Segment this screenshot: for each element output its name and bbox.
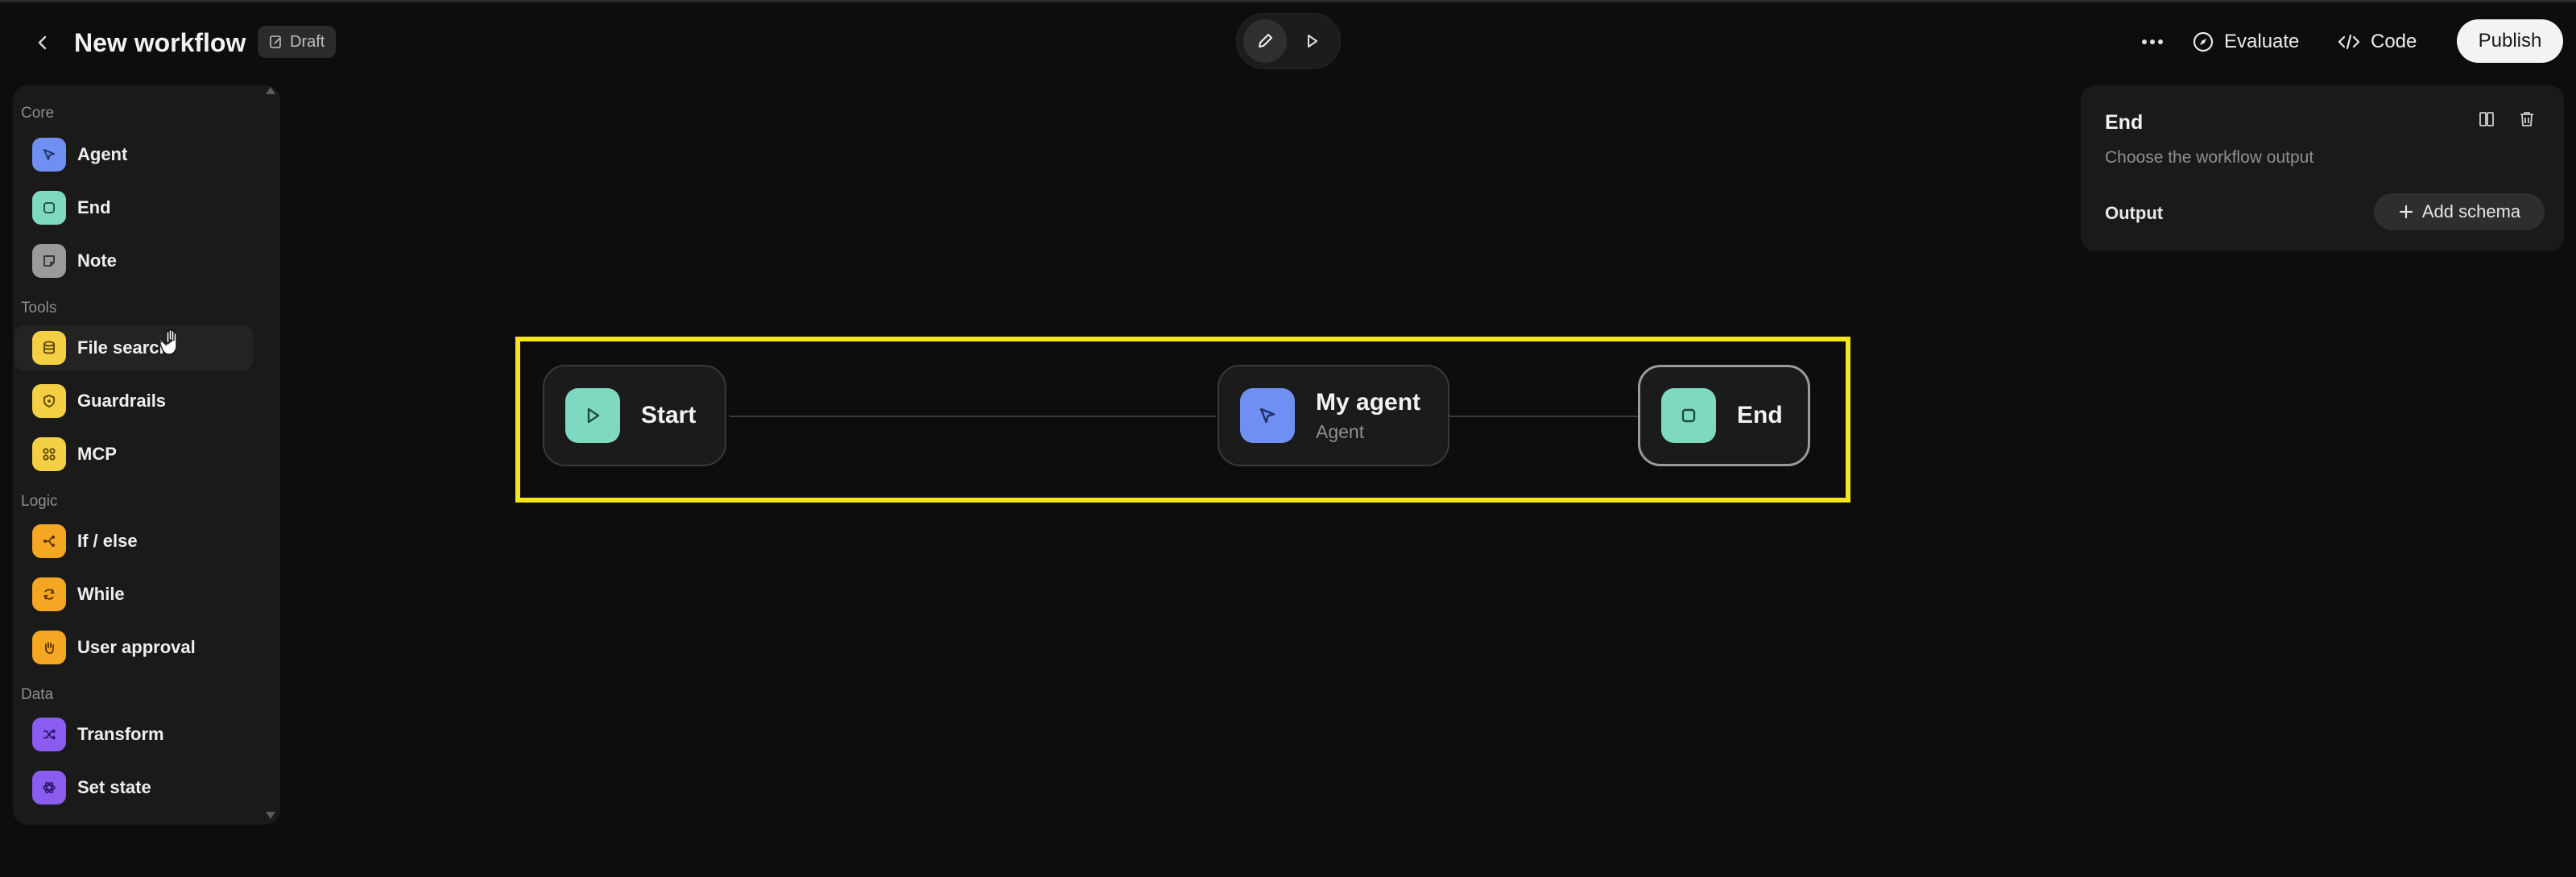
- evaluate-label: Evaluate: [2224, 31, 2300, 52]
- code-icon: [2338, 34, 2360, 50]
- palette-item-mcp[interactable]: MCP: [14, 432, 253, 477]
- draft-badge: Draft: [258, 26, 337, 58]
- node-text: Start: [641, 402, 696, 429]
- edge-agent-to-end: [1449, 416, 1638, 417]
- palette-item-label: Guardrails: [77, 391, 167, 411]
- compass-icon: [2193, 31, 2214, 52]
- workflow-editor: New workflow Draft Evaluate Code Publish…: [0, 0, 2576, 877]
- chevron-left-icon: [38, 35, 47, 50]
- plus-icon: [2399, 205, 2413, 219]
- note-icon: [32, 244, 66, 278]
- shield-icon: [32, 384, 66, 418]
- palette-item-set-state[interactable]: Set state: [14, 765, 253, 810]
- node-subtitle: Agent: [1316, 420, 1365, 442]
- hand-icon: [32, 631, 66, 664]
- edit-mode-button[interactable]: [1243, 19, 1287, 63]
- preview-mode-button[interactable]: [1290, 19, 1333, 63]
- palette-item-user-approval[interactable]: User approval: [14, 625, 253, 670]
- database-icon: [32, 331, 66, 365]
- scroll-up-arrow[interactable]: [266, 87, 275, 94]
- loop-icon: [32, 577, 66, 611]
- edge-start-to-agent: [730, 416, 1216, 417]
- palette-item-guardrails[interactable]: Guardrails: [14, 379, 253, 424]
- palette-item-end[interactable]: End: [14, 185, 253, 230]
- delete-button[interactable]: [2511, 103, 2543, 135]
- node-title: End: [1737, 402, 1783, 428]
- cursor-arrow-icon: [1240, 388, 1295, 443]
- stop-square-icon: [32, 191, 66, 225]
- palette-item-label: File search: [77, 337, 170, 358]
- more-options-button[interactable]: [2132, 19, 2173, 64]
- palette-item-label: Transform: [77, 724, 164, 744]
- cursor-arrow-icon: [32, 138, 66, 172]
- palette-item-label: If / else: [77, 531, 138, 551]
- code-button[interactable]: Code: [2337, 19, 2417, 64]
- palette-item-file-search[interactable]: File search: [14, 325, 253, 370]
- node-end[interactable]: End: [1638, 365, 1810, 466]
- palette-item-label: End: [77, 197, 111, 217]
- palette-item-label: Set state: [77, 777, 151, 797]
- stop-square-icon: [1661, 388, 1716, 443]
- section-title-core: Core: [21, 105, 55, 122]
- draft-label: Draft: [290, 32, 325, 51]
- grid-icon: [32, 437, 66, 471]
- palette-item-while[interactable]: While: [14, 572, 253, 617]
- node-text: My agent Agent: [1316, 389, 1420, 443]
- play-icon: [565, 388, 620, 443]
- docs-button[interactable]: [2471, 103, 2503, 135]
- scroll-down-arrow[interactable]: [266, 812, 275, 819]
- inspector-title: End: [2105, 111, 2144, 134]
- node-title: Start: [641, 402, 697, 428]
- add-schema-button[interactable]: Add schema: [2374, 193, 2545, 230]
- book-icon: [2479, 112, 2494, 126]
- trash-icon: [2520, 112, 2533, 126]
- palette-item-transform[interactable]: Transform: [14, 712, 253, 757]
- more-horizontal-icon: [2142, 39, 2163, 44]
- palette-item-label: Note: [77, 250, 117, 271]
- node-start[interactable]: Start: [543, 365, 726, 466]
- section-title-data: Data: [21, 686, 54, 703]
- play-icon: [1308, 35, 1317, 48]
- evaluate-button[interactable]: Evaluate: [2192, 19, 2299, 64]
- publish-button[interactable]: Publish: [2457, 19, 2563, 63]
- node-my-agent[interactable]: My agent Agent: [1218, 365, 1449, 466]
- top-border: [0, 0, 2576, 2]
- pencil-icon: [1259, 34, 1272, 48]
- workflow-title[interactable]: New workflow: [74, 24, 246, 61]
- palette-item-if-else[interactable]: If / else: [14, 519, 253, 564]
- code-label: Code: [2371, 31, 2417, 52]
- atom-icon: [32, 771, 66, 805]
- add-schema-label: Add schema: [2421, 201, 2521, 221]
- back-button[interactable]: [24, 24, 61, 61]
- palette-item-label: Agent: [77, 144, 128, 164]
- section-title-tools: Tools: [21, 300, 57, 316]
- mode-toggle: [1236, 13, 1341, 69]
- palette-item-label: User approval: [77, 637, 196, 657]
- edit-document-icon: [270, 35, 281, 48]
- palette-item-label: MCP: [77, 444, 117, 464]
- shuffle-icon: [32, 718, 66, 751]
- branch-icon: [32, 524, 66, 558]
- output-label: Output: [2105, 203, 2164, 223]
- inspector-description: Choose the workflow output: [2105, 148, 2314, 167]
- palette-item-agent[interactable]: Agent: [14, 132, 253, 177]
- section-title-logic: Logic: [21, 493, 58, 510]
- palette-item-label: While: [77, 584, 125, 604]
- node-text: End: [1737, 402, 1783, 429]
- node-title: My agent: [1316, 388, 1421, 416]
- hand-cursor-icon: [159, 329, 177, 355]
- palette-item-note[interactable]: Note: [14, 238, 253, 283]
